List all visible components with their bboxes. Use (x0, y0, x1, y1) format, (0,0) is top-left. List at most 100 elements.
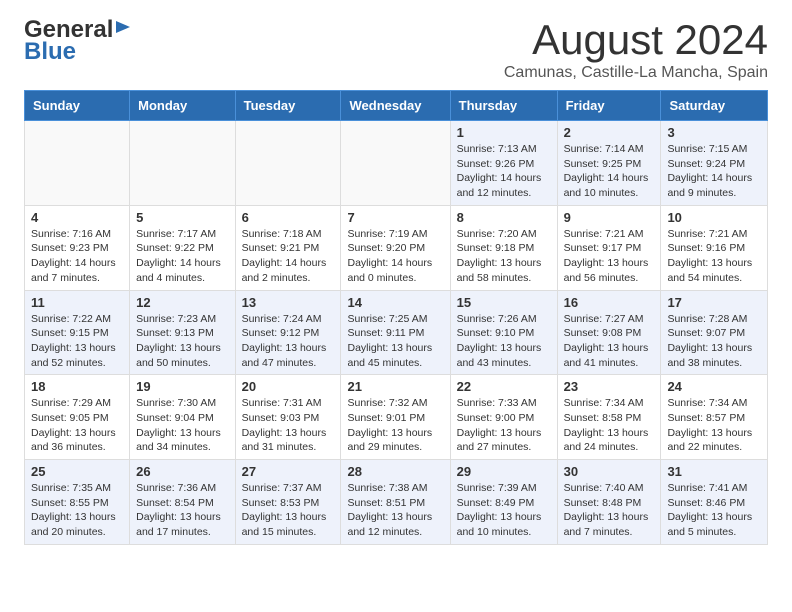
day-number: 12 (136, 295, 228, 310)
day-info: Sunrise: 7:34 AM Sunset: 8:58 PM Dayligh… (564, 396, 655, 455)
calendar-cell: 12 Sunrise: 7:23 AM Sunset: 9:13 PM Dayli… (130, 290, 235, 375)
day-info: Sunrise: 7:35 AM Sunset: 8:55 PM Dayligh… (31, 481, 123, 540)
day-number: 28 (347, 464, 443, 479)
calendar-cell: 3 Sunrise: 7:15 AM Sunset: 9:24 PM Daylig… (661, 121, 768, 206)
header: General Blue August 2024 Camunas, Castil… (0, 0, 792, 90)
calendar-cell: 25 Sunrise: 7:35 AM Sunset: 8:55 PM Dayli… (25, 460, 130, 545)
calendar-cell: 9 Sunrise: 7:21 AM Sunset: 9:17 PM Daylig… (557, 205, 661, 290)
day-info: Sunrise: 7:22 AM Sunset: 9:15 PM Dayligh… (31, 312, 123, 371)
day-info: Sunrise: 7:25 AM Sunset: 9:11 PM Dayligh… (347, 312, 443, 371)
logo-flag-icon (114, 19, 132, 37)
day-number: 10 (667, 210, 761, 225)
day-number: 7 (347, 210, 443, 225)
calendar-day-header: Wednesday (341, 91, 450, 121)
calendar-cell: 2Sunrise: 7:14 AM Sunset: 9:25 PM Daylig… (557, 121, 661, 206)
calendar-week-row: 1 Sunrise: 7:13 AM Sunset: 9:26 PM Daylig… (25, 121, 768, 206)
day-number: 15 (457, 295, 551, 310)
day-number: 29 (457, 464, 551, 479)
calendar-cell: 24 Sunrise: 7:34 AM Sunset: 8:57 PM Dayli… (661, 375, 768, 460)
day-info: Sunrise: 7:14 AM Sunset: 9:25 PM Dayligh… (564, 142, 655, 201)
day-info: Sunrise: 7:31 AM Sunset: 9:03 PM Dayligh… (242, 396, 335, 455)
calendar-cell: 19 Sunrise: 7:30 AM Sunset: 9:04 PM Dayli… (130, 375, 235, 460)
calendar-week-row: 18 Sunrise: 7:29 AM Sunset: 9:05 PM Dayli… (25, 375, 768, 460)
day-info: Sunrise: 7:18 AM Sunset: 9:21 PM Dayligh… (242, 227, 335, 286)
day-info: Sunrise: 7:15 AM Sunset: 9:24 PM Dayligh… (667, 142, 761, 201)
day-number: 8 (457, 210, 551, 225)
calendar-cell: 16 Sunrise: 7:27 AM Sunset: 9:08 PM Dayli… (557, 290, 661, 375)
page-container: General Blue August 2024 Camunas, Castil… (0, 0, 792, 557)
day-number: 26 (136, 464, 228, 479)
day-info: Sunrise: 7:21 AM Sunset: 9:17 PM Dayligh… (564, 227, 655, 286)
day-number: 22 (457, 379, 551, 394)
calendar-cell: 27 Sunrise: 7:37 AM Sunset: 8:53 PM Dayli… (235, 460, 341, 545)
day-info: Sunrise: 7:23 AM Sunset: 9:13 PM Dayligh… (136, 312, 228, 371)
calendar-cell: 5Sunrise: 7:17 AM Sunset: 9:22 PM Daylig… (130, 205, 235, 290)
day-number: 23 (564, 379, 655, 394)
day-number: 5 (136, 210, 228, 225)
day-number: 19 (136, 379, 228, 394)
day-number: 9 (564, 210, 655, 225)
calendar-cell: 7 Sunrise: 7:19 AM Sunset: 9:20 PM Daylig… (341, 205, 450, 290)
location: Camunas, Castille-La Mancha, Spain (504, 64, 768, 82)
day-number: 4 (31, 210, 123, 225)
day-info: Sunrise: 7:27 AM Sunset: 9:08 PM Dayligh… (564, 312, 655, 371)
day-info: Sunrise: 7:37 AM Sunset: 8:53 PM Dayligh… (242, 481, 335, 540)
day-number: 14 (347, 295, 443, 310)
day-info: Sunrise: 7:36 AM Sunset: 8:54 PM Dayligh… (136, 481, 228, 540)
calendar-day-header: Friday (557, 91, 661, 121)
day-info: Sunrise: 7:29 AM Sunset: 9:05 PM Dayligh… (31, 396, 123, 455)
calendar-cell (25, 121, 130, 206)
day-number: 11 (31, 295, 123, 310)
calendar-cell: 4 Sunrise: 7:16 AM Sunset: 9:23 PM Daylig… (25, 205, 130, 290)
day-info: Sunrise: 7:41 AM Sunset: 8:46 PM Dayligh… (667, 481, 761, 540)
calendar-cell: 23 Sunrise: 7:34 AM Sunset: 8:58 PM Dayli… (557, 375, 661, 460)
calendar-cell: 29 Sunrise: 7:39 AM Sunset: 8:49 PM Dayli… (450, 460, 557, 545)
calendar-cell: 21Sunrise: 7:32 AM Sunset: 9:01 PM Dayli… (341, 375, 450, 460)
day-info: Sunrise: 7:28 AM Sunset: 9:07 PM Dayligh… (667, 312, 761, 371)
calendar-week-row: 25 Sunrise: 7:35 AM Sunset: 8:55 PM Dayli… (25, 460, 768, 545)
calendar-day-header: Thursday (450, 91, 557, 121)
day-number: 24 (667, 379, 761, 394)
calendar-day-header: Tuesday (235, 91, 341, 121)
day-number: 27 (242, 464, 335, 479)
month-title: August 2024 (504, 16, 768, 64)
day-info: Sunrise: 7:38 AM Sunset: 8:51 PM Dayligh… (347, 481, 443, 540)
calendar-header-row: SundayMondayTuesdayWednesdayThursdayFrid… (25, 91, 768, 121)
calendar-cell: 6 Sunrise: 7:18 AM Sunset: 9:21 PM Daylig… (235, 205, 341, 290)
calendar-day-header: Sunday (25, 91, 130, 121)
day-number: 18 (31, 379, 123, 394)
day-info: Sunrise: 7:26 AM Sunset: 9:10 PM Dayligh… (457, 312, 551, 371)
calendar-cell (130, 121, 235, 206)
day-info: Sunrise: 7:34 AM Sunset: 8:57 PM Dayligh… (667, 396, 761, 455)
day-info: Sunrise: 7:19 AM Sunset: 9:20 PM Dayligh… (347, 227, 443, 286)
day-info: Sunrise: 7:32 AM Sunset: 9:01 PM Dayligh… (347, 396, 443, 455)
calendar-cell: 14 Sunrise: 7:25 AM Sunset: 9:11 PM Dayli… (341, 290, 450, 375)
day-number: 31 (667, 464, 761, 479)
day-info: Sunrise: 7:13 AM Sunset: 9:26 PM Dayligh… (457, 142, 551, 201)
calendar-day-header: Monday (130, 91, 235, 121)
calendar-cell: 22Sunrise: 7:33 AM Sunset: 9:00 PM Dayli… (450, 375, 557, 460)
calendar-wrapper: SundayMondayTuesdayWednesdayThursdayFrid… (0, 90, 792, 557)
calendar-cell (341, 121, 450, 206)
day-number: 16 (564, 295, 655, 310)
day-info: Sunrise: 7:30 AM Sunset: 9:04 PM Dayligh… (136, 396, 228, 455)
calendar-cell: 18 Sunrise: 7:29 AM Sunset: 9:05 PM Dayli… (25, 375, 130, 460)
calendar-cell: 1 Sunrise: 7:13 AM Sunset: 9:26 PM Daylig… (450, 121, 557, 206)
calendar-cell: 17Sunrise: 7:28 AM Sunset: 9:07 PM Dayli… (661, 290, 768, 375)
calendar-cell: 28 Sunrise: 7:38 AM Sunset: 8:51 PM Dayli… (341, 460, 450, 545)
calendar-cell (235, 121, 341, 206)
day-info: Sunrise: 7:16 AM Sunset: 9:23 PM Dayligh… (31, 227, 123, 286)
day-number: 3 (667, 125, 761, 140)
day-number: 25 (31, 464, 123, 479)
calendar-cell: 31 Sunrise: 7:41 AM Sunset: 8:46 PM Dayli… (661, 460, 768, 545)
day-info: Sunrise: 7:39 AM Sunset: 8:49 PM Dayligh… (457, 481, 551, 540)
calendar-week-row: 11 Sunrise: 7:22 AM Sunset: 9:15 PM Dayli… (25, 290, 768, 375)
logo-blue-text: Blue (24, 38, 76, 66)
day-number: 20 (242, 379, 335, 394)
calendar-cell: 13Sunrise: 7:24 AM Sunset: 9:12 PM Dayli… (235, 290, 341, 375)
calendar-cell: 8Sunrise: 7:20 AM Sunset: 9:18 PM Daylig… (450, 205, 557, 290)
day-number: 1 (457, 125, 551, 140)
title-area: August 2024 Camunas, Castille-La Mancha,… (504, 16, 768, 82)
day-number: 6 (242, 210, 335, 225)
calendar-cell: 15 Sunrise: 7:26 AM Sunset: 9:10 PM Dayli… (450, 290, 557, 375)
